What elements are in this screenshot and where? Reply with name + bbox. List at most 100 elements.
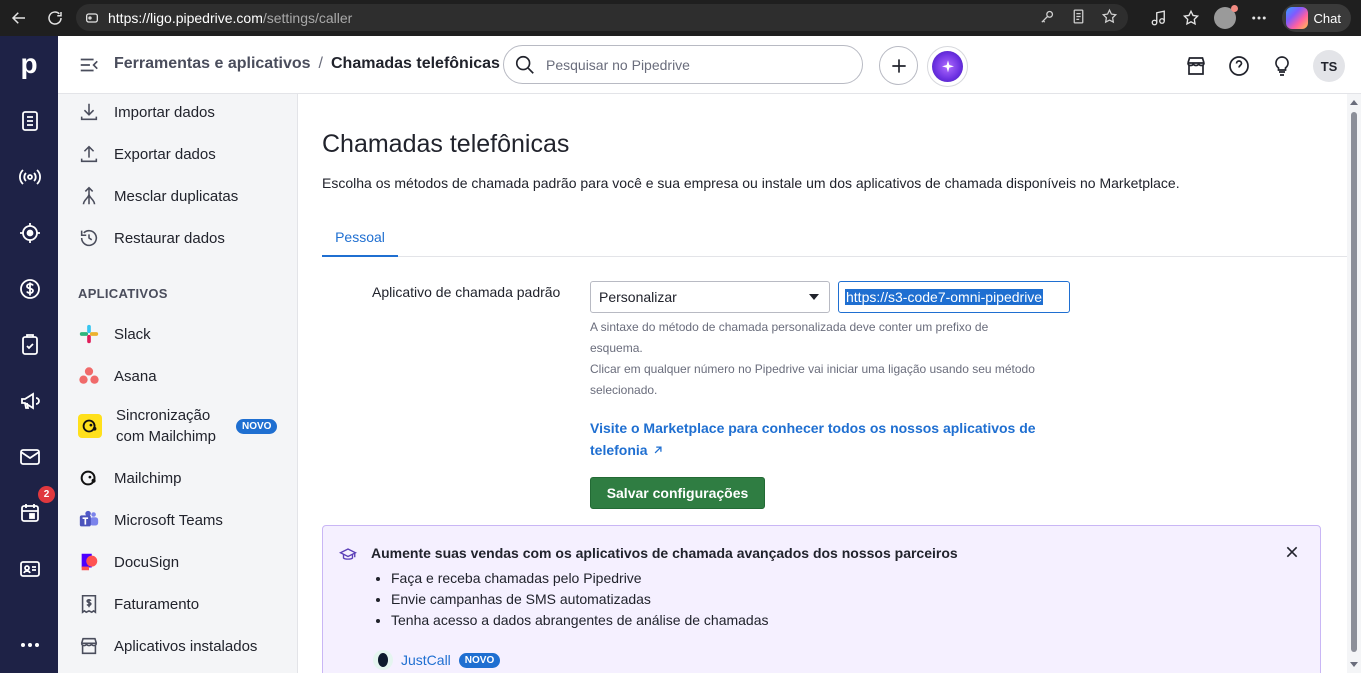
help-text-syntax: A sintaxe do método de chamada personali…	[590, 317, 1060, 401]
tab-personal[interactable]: Pessoal	[322, 218, 398, 257]
leads-icon[interactable]	[17, 108, 43, 134]
mail-icon[interactable]	[17, 444, 43, 470]
sidebar-item-label: Importar dados	[114, 103, 215, 121]
broadcast-icon[interactable]	[17, 164, 43, 190]
quick-add-button[interactable]	[879, 46, 918, 85]
call-app-select[interactable]: Personalizar	[590, 281, 830, 313]
back-button[interactable]	[6, 5, 32, 31]
favorite-star-icon[interactable]	[1101, 8, 1118, 25]
sidebar-section-apps: APLICATIVOS	[78, 286, 168, 301]
merge-icon	[78, 185, 100, 207]
new-badge: NOVO	[236, 418, 278, 434]
key-icon[interactable]	[1039, 8, 1056, 25]
favorites-icon[interactable]	[1182, 9, 1200, 27]
tabs: Pessoal	[322, 218, 1347, 257]
sidebar-item-docusign[interactable]: DocuSign	[78, 551, 179, 573]
pipedrive-logo[interactable]: p	[13, 48, 45, 80]
sidebar-item-teams[interactable]: Microsoft Teams	[78, 509, 223, 531]
chat-label: Chat	[1313, 10, 1341, 26]
reader-mode-icon[interactable]	[1070, 8, 1087, 25]
copilot-chat-button[interactable]: Chat	[1281, 4, 1351, 32]
help-icon[interactable]	[1227, 54, 1251, 78]
help-line: selecionado.	[590, 383, 658, 397]
calendar-icon[interactable]	[17, 500, 43, 526]
browser-profile-avatar[interactable]	[1213, 5, 1238, 29]
marketplace-link-text: telefonia	[590, 442, 648, 458]
copilot-icon	[1285, 7, 1308, 29]
custom-call-url-input[interactable]: https://s3-code7-omni-pipedrive	[838, 281, 1070, 313]
sidebar-item-slack[interactable]: Slack	[78, 323, 151, 345]
billing-icon	[78, 593, 100, 615]
scroll-thumb[interactable]	[1351, 112, 1357, 652]
sidebar-item-label: Microsoft Teams	[114, 511, 223, 529]
sidebar-item-label: Faturamento	[114, 595, 200, 613]
sidebar-item-label: com Mailchimp	[116, 428, 217, 445]
media-icon[interactable]	[1150, 9, 1168, 27]
menu-collapse-icon[interactable]	[78, 54, 100, 76]
site-info-icon	[86, 12, 98, 23]
reload-button[interactable]	[42, 5, 68, 31]
list-item: Envie campanhas de SMS automatizadas	[391, 589, 769, 610]
more-icon[interactable]	[1250, 9, 1268, 27]
import-icon	[78, 101, 100, 123]
restore-icon	[78, 227, 100, 249]
scroll-down-icon[interactable]	[1350, 662, 1358, 667]
contacts-card-icon[interactable]	[17, 556, 43, 582]
sidebar-item-label: Mesclar duplicatas	[114, 187, 239, 205]
sidebar-item-label: Restaurar dados	[114, 229, 225, 247]
browser-toolbar: https://ligo.pipedrive.com/settings/call…	[0, 0, 1361, 36]
partner-name: JustCall	[401, 652, 451, 668]
target-icon[interactable]	[17, 220, 43, 246]
close-icon[interactable]	[1284, 544, 1300, 560]
sparkle-icon	[941, 59, 954, 72]
sidebar-item-mailchimp[interactable]: Mailchimp	[78, 467, 182, 489]
settings-sidebar: Importar dados Exportar dados Mesclar du…	[58, 94, 298, 673]
url-host: https://ligo.pipedrive.com	[108, 9, 263, 26]
list-item: Tenha acesso a dados abrangentes de anál…	[391, 610, 769, 631]
sidebar-item-import[interactable]: Importar dados	[78, 101, 215, 123]
page-title: Chamadas telefônicas	[322, 130, 570, 158]
sidebar-item-billing[interactable]: Faturamento	[78, 593, 199, 615]
export-icon	[78, 143, 100, 165]
campaigns-megaphone-icon[interactable]	[17, 388, 43, 414]
sidebar-item-merge[interactable]: Mesclar duplicatas	[78, 185, 238, 207]
tips-lightbulb-icon[interactable]	[1270, 54, 1294, 78]
sidebar-item-label: Exportar dados	[114, 145, 216, 163]
search-input[interactable]	[546, 56, 846, 73]
justcall-logo-icon	[373, 650, 393, 670]
ai-assistant-button[interactable]	[927, 46, 968, 87]
help-line: esquema.	[590, 341, 643, 355]
marketplace-store-icon[interactable]	[1184, 54, 1208, 78]
save-settings-button[interactable]: Salvar configurações	[590, 477, 765, 509]
breadcrumb: Ferramentas e aplicativos / Chamadas tel…	[114, 55, 500, 73]
breadcrumb-parent[interactable]: Ferramentas e aplicativos	[114, 55, 311, 73]
sidebar-item-installed-apps[interactable]: Aplicativos instalados	[78, 635, 257, 657]
user-avatar[interactable]: TS	[1313, 50, 1345, 82]
teams-icon	[78, 509, 100, 531]
address-bar[interactable]: https://ligo.pipedrive.com/settings/call…	[76, 4, 1128, 31]
marketplace-link-text: Visite o Marketplace para conhecer todos…	[590, 420, 1036, 436]
activities-icon[interactable]	[17, 332, 43, 358]
marketplace-link[interactable]: Visite o Marketplace para conhecer todos…	[590, 417, 1060, 461]
sidebar-item-label: Asana	[114, 367, 157, 385]
new-badge: NOVO	[458, 652, 501, 668]
sidebar-item-mailchimp-sync[interactable]: Sincronização com Mailchimp NOVO	[78, 405, 278, 447]
external-link-icon	[654, 446, 662, 454]
deals-dollar-icon[interactable]	[17, 276, 43, 302]
url-input-value: https://s3-code7-omni-pipedrive	[845, 289, 1044, 305]
mailchimp-icon	[78, 467, 100, 489]
partner-justcall[interactable]: JustCall NOVO	[373, 650, 501, 670]
sidebar-item-label: Slack	[114, 325, 151, 343]
sidebar-item-label: Sincronização	[116, 407, 211, 424]
select-value: Personalizar	[599, 289, 677, 305]
search-box[interactable]	[503, 45, 863, 84]
more-apps-icon[interactable]	[17, 632, 43, 658]
page-description: Escolha os métodos de chamada padrão par…	[322, 175, 1180, 191]
sidebar-item-export[interactable]: Exportar dados	[78, 143, 216, 165]
scroll-up-icon[interactable]	[1350, 100, 1358, 105]
sidebar-item-label: DocuSign	[114, 553, 180, 571]
sidebar-item-label: Aplicativos instalados	[114, 637, 258, 655]
sidebar-item-restore[interactable]: Restaurar dados	[78, 227, 225, 249]
sidebar-item-asana[interactable]: Asana	[78, 365, 157, 387]
page-scrollbar[interactable]	[1347, 94, 1361, 673]
